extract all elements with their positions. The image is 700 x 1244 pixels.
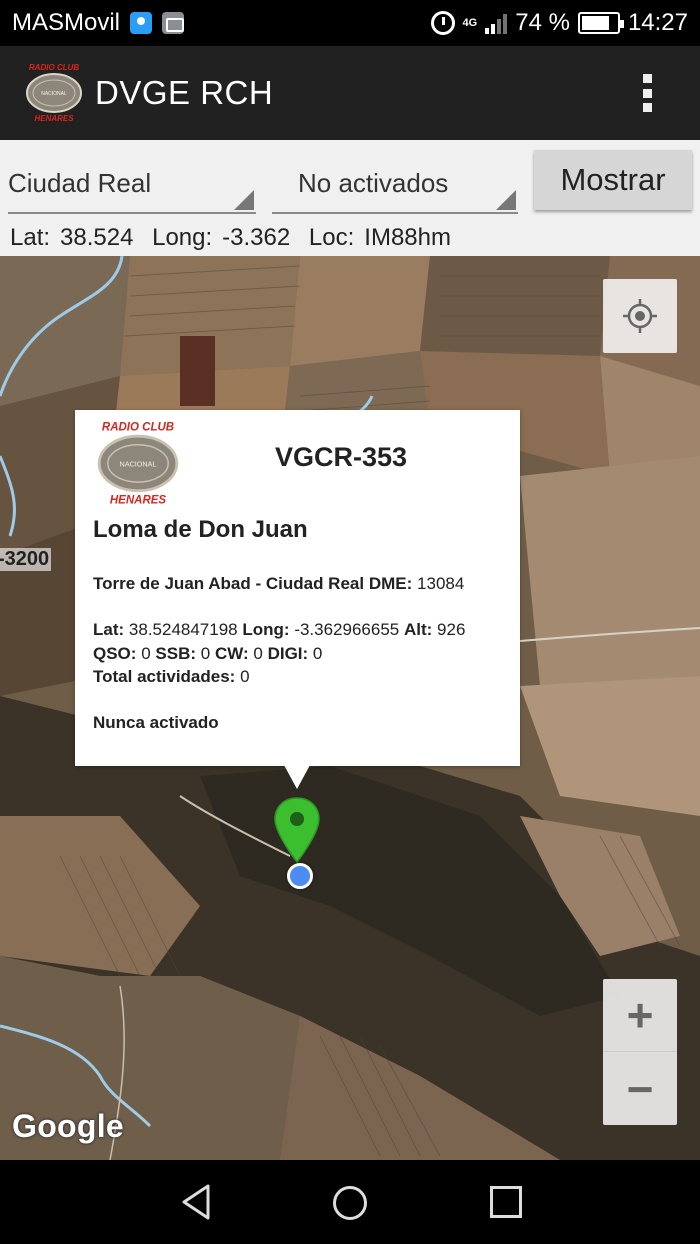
svg-text:NACIONAL: NACIONAL — [120, 460, 157, 468]
long-value: -3.362 — [222, 224, 291, 251]
recent-apps-icon[interactable] — [490, 1186, 522, 1218]
current-location-dot — [287, 863, 313, 889]
alarm-icon — [430, 11, 455, 35]
long-label: Long: — [152, 224, 213, 251]
image-notification-icon — [162, 12, 185, 34]
network-type: 4G — [462, 17, 478, 29]
dropdown-arrow-icon — [496, 190, 516, 210]
radio-club-henares-logo: RADIO CLUB NACIONAL HENARES — [97, 421, 179, 507]
app-bar: RADIO CLUB NACIONAL HENARES DVGE RCH — [0, 46, 700, 140]
long-label: Long: — [242, 620, 290, 639]
alt-label: Alt: — [403, 620, 433, 639]
navigation-bar — [0, 1160, 700, 1244]
back-icon[interactable] — [176, 1182, 216, 1222]
status-dropdown-value: No activados — [298, 168, 449, 198]
ssb-label: SSB: — [155, 644, 197, 663]
marker-info-window[interactable]: RADIO CLUB NACIONAL HENARES VGCR-353 Lom… — [75, 410, 520, 766]
total-label: Total actividades: — [93, 667, 236, 686]
ssb-value: 0 — [200, 644, 211, 663]
dme-value: 13084 — [417, 574, 465, 593]
vertex-location-line: Torre de Juan Abad - Ciudad Real DME: 13… — [93, 574, 464, 594]
status-bar: MASMovil 4G 74 % 14:27 — [0, 0, 700, 46]
status-bar-left: MASMovil — [12, 0, 185, 46]
lat-label: Lat: — [10, 224, 51, 251]
battery-percent: 74 % — [515, 9, 570, 36]
province-dropdown[interactable]: Ciudad Real — [8, 140, 256, 214]
road-label: -3200 — [0, 548, 52, 571]
coordinates-readout: Lat: 38.524 Long: -3.362 Loc: IM88hm — [10, 224, 461, 252]
lat-label: Lat: — [93, 620, 125, 639]
zoom-controls: + − — [603, 979, 677, 1125]
vertex-status-line: Nunca activado — [93, 713, 219, 733]
vertex-id: VGCR-353 — [275, 442, 408, 472]
vertex-location: Torre de Juan Abad - Ciudad Real — [93, 574, 365, 593]
home-icon[interactable] — [333, 1186, 367, 1220]
qso-label: QSO: — [93, 644, 137, 663]
info-window-pointer — [284, 765, 310, 789]
location-notification-icon — [130, 12, 153, 34]
vertex-status: Nunca activado — [93, 713, 219, 732]
status-bar-right: 4G 74 % 14:27 — [430, 0, 688, 46]
long-value: -3.362966655 — [294, 620, 400, 639]
svg-text:NACIONAL: NACIONAL — [41, 91, 67, 97]
vertex-name: Loma de Don Juan — [93, 516, 308, 543]
cw-label: CW: — [214, 644, 249, 663]
app-title: DVGE RCH — [95, 74, 274, 111]
digi-label: DIGI: — [267, 644, 309, 663]
alt-value: 926 — [437, 620, 466, 639]
overflow-menu-icon[interactable] — [632, 70, 662, 116]
svg-text:RADIO CLUB: RADIO CLUB — [102, 421, 174, 433]
signal-icon — [485, 12, 508, 34]
map-marker-icon[interactable] — [272, 796, 322, 866]
filter-bar: Ciudad Real No activados Mostrar Lat: 38.… — [0, 140, 700, 256]
show-button[interactable]: Mostrar — [534, 150, 692, 210]
svg-text:RADIO CLUB: RADIO CLUB — [29, 63, 79, 72]
clock: 14:27 — [627, 9, 688, 36]
carrier-name: MASMovil — [12, 9, 121, 36]
google-attribution: Google — [12, 1108, 125, 1144]
loc-label: Loc: — [308, 224, 355, 251]
status-dropdown[interactable]: No activados — [272, 140, 518, 214]
qso-value: 0 — [141, 644, 151, 663]
cw-value: 0 — [253, 644, 263, 663]
svg-text:HENARES: HENARES — [110, 495, 167, 507]
loc-value: IM88hm — [364, 224, 451, 251]
my-location-button[interactable] — [603, 279, 677, 353]
svg-text:HENARES: HENARES — [34, 114, 74, 123]
zoom-out-button[interactable]: − — [603, 1052, 677, 1125]
battery-icon — [577, 12, 624, 34]
lat-value: 38.524847198 — [128, 620, 238, 639]
satellite-map[interactable]: -3200 RADIO CLUB NACIONAL HENARES VGCR-3… — [0, 256, 700, 1160]
dme-label: DME: — [368, 574, 413, 593]
vertex-total-line: Total actividades: 0 — [93, 667, 250, 687]
vertex-activity-line: QSO: 0 SSB: 0 CW: 0 DIGI: 0 — [93, 644, 322, 664]
province-dropdown-value: Ciudad Real — [8, 168, 152, 198]
radio-club-henares-logo: RADIO CLUB NACIONAL HENARES — [26, 63, 82, 123]
lat-value: 38.524 — [60, 224, 134, 251]
dropdown-arrow-icon — [234, 190, 254, 210]
digi-value: 0 — [312, 644, 323, 663]
total-value: 0 — [240, 667, 250, 686]
crosshair-icon — [623, 299, 657, 333]
zoom-in-button[interactable]: + — [603, 979, 677, 1052]
vertex-coords-line: Lat: 38.524847198 Long: -3.362966655 Alt… — [93, 620, 465, 640]
